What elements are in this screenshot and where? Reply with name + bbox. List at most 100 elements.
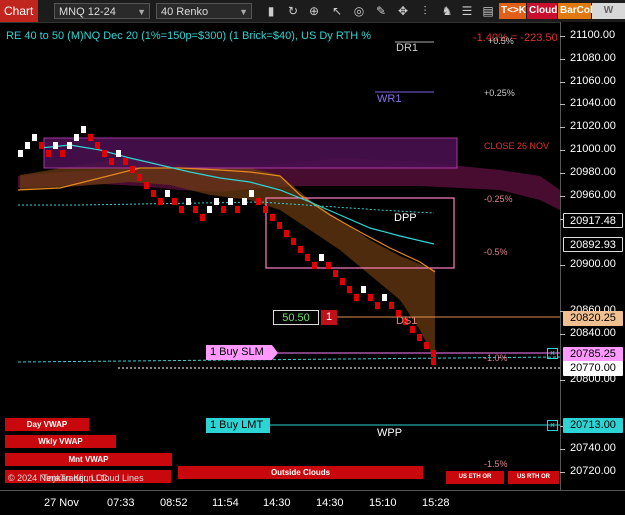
renko-down-brick xyxy=(158,198,163,205)
pct-plus-025: +0.25% xyxy=(484,88,515,98)
price-tick-label: 20840.00 xyxy=(570,327,616,339)
time-label: 14:30 xyxy=(263,497,291,509)
instrument-label: MNQ 12-24 xyxy=(59,6,116,18)
renko-down-brick xyxy=(284,230,289,237)
price-tick-label: 21060.00 xyxy=(570,75,616,87)
renko-down-brick xyxy=(424,342,429,349)
price-tick-mark xyxy=(560,82,565,83)
order-price-input[interactable]: 50.50 xyxy=(273,310,319,325)
price-tag-20892: 20892.93 xyxy=(563,237,623,252)
pointer-icon[interactable]: ↖ xyxy=(329,3,345,19)
time-axis[interactable] xyxy=(0,490,625,515)
pct-minus-15: -1.5% xyxy=(484,459,508,469)
renko-up-brick xyxy=(249,190,254,197)
bar-chart-icon[interactable]: ▮ xyxy=(263,3,279,19)
tk-toggle-button[interactable]: T<>K xyxy=(499,3,526,19)
time-label: 08:52 xyxy=(160,497,188,509)
bar-type-selector[interactable]: 40 Renko ▼ xyxy=(156,3,252,19)
renko-down-brick xyxy=(277,222,282,229)
price-tick-mark xyxy=(560,173,565,174)
us-rth-or-button[interactable]: US RTH OR xyxy=(508,471,559,484)
renko-down-brick xyxy=(347,286,352,293)
vwap-toggle-button[interactable]: W VWAP xyxy=(592,3,625,32)
renko-up-brick xyxy=(116,150,121,157)
renko-up-brick xyxy=(242,198,247,205)
indicators-icon[interactable]: ⫶ xyxy=(417,3,433,19)
outside-clouds-button[interactable]: Outside Clouds xyxy=(178,466,423,479)
chart-menu-button[interactable]: Chart xyxy=(0,0,38,22)
renko-down-brick xyxy=(354,294,359,301)
renko-down-brick xyxy=(333,270,338,277)
renko-down-brick xyxy=(200,214,205,221)
cloud-toggle-button[interactable]: Cloud xyxy=(527,3,557,19)
renko-up-brick xyxy=(361,286,366,293)
renko-up-brick xyxy=(25,142,30,149)
properties-icon[interactable]: ☰ xyxy=(459,3,475,19)
renko-down-brick xyxy=(151,190,156,197)
dr1-label: DR1 xyxy=(396,42,419,54)
strategies-icon[interactable]: ♞ xyxy=(439,3,455,19)
renko-down-brick xyxy=(375,302,380,309)
renko-up-brick xyxy=(53,142,58,149)
renko-down-brick xyxy=(60,150,65,157)
price-tick-label: 20980.00 xyxy=(570,166,616,178)
time-label: 11:54 xyxy=(212,497,239,509)
renko-down-brick xyxy=(193,206,198,213)
pencil-icon[interactable]: ✎ xyxy=(373,3,389,19)
renko-down-brick xyxy=(137,174,142,181)
renko-up-brick xyxy=(165,190,170,197)
renko-down-brick xyxy=(95,142,100,149)
pnl-display: -1.40% = -223.50 xyxy=(473,32,558,44)
renko-up-brick xyxy=(18,150,23,157)
renko-down-brick xyxy=(39,142,44,149)
slm-arrow xyxy=(272,345,278,360)
eye-icon[interactable]: ◎ xyxy=(351,3,367,19)
renko-down-brick xyxy=(368,294,373,301)
time-label: 15:10 xyxy=(369,497,397,509)
wpp-label: WPP xyxy=(377,427,403,439)
close-26-nov-label: CLOSE 26 NOV xyxy=(484,141,550,151)
renko-down-brick xyxy=(179,206,184,213)
renko-up-brick xyxy=(186,198,191,205)
dpp-label: DPP xyxy=(394,212,417,224)
reload-icon[interactable]: ↻ xyxy=(285,3,301,19)
day-vwap-button[interactable]: Day VWAP xyxy=(5,418,89,431)
chevron-down-icon: ▼ xyxy=(137,7,146,17)
us-eth-or-button[interactable]: US ETH OR xyxy=(446,471,504,484)
wkly-vwap-button[interactable]: Wkly VWAP xyxy=(5,435,116,448)
link-icon[interactable]: ▤ xyxy=(480,3,496,19)
price-tick-label: 21000.00 xyxy=(570,143,616,155)
renko-up-brick xyxy=(214,198,219,205)
move-icon[interactable]: ✥ xyxy=(395,3,411,19)
price-tick-mark xyxy=(560,334,565,335)
instrument-selector[interactable]: MNQ 12-24 ▼ xyxy=(54,3,150,19)
renko-down-brick xyxy=(221,206,226,213)
renko-up-brick xyxy=(319,254,324,261)
price-tick-label: 21100.00 xyxy=(570,29,616,41)
renko-up-brick xyxy=(81,126,86,133)
renko-down-brick xyxy=(312,262,317,269)
pct-plus-05: +0.5% xyxy=(488,36,514,46)
wr1-label: WR1 xyxy=(377,93,402,105)
barcol-toggle-button[interactable]: BarCol xyxy=(558,3,593,19)
price-tick-label: 20900.00 xyxy=(570,258,616,270)
cancel-slm-icon[interactable]: × xyxy=(547,348,558,359)
buy-lmt-order-label[interactable]: 1 Buy LMT xyxy=(206,418,270,433)
mnt-vwap-button[interactable]: Mnt VWAP xyxy=(5,453,172,466)
kumo-cloud xyxy=(20,158,435,360)
cancel-lmt-icon[interactable]: × xyxy=(547,420,558,431)
zoom-in-icon[interactable]: ⊕ xyxy=(306,3,322,19)
buy-slm-order-label[interactable]: 1 Buy SLM xyxy=(206,345,272,360)
renko-down-brick xyxy=(410,326,415,333)
renko-up-brick xyxy=(32,134,37,141)
price-tag-20917: 20917.48 xyxy=(563,213,623,228)
order-qty-button[interactable]: 1 xyxy=(321,310,337,325)
renko-up-brick xyxy=(207,206,212,213)
renko-down-brick xyxy=(256,198,261,205)
renko-down-brick xyxy=(102,150,107,157)
renko-down-brick xyxy=(144,182,149,189)
renko-down-brick xyxy=(305,254,310,261)
price-tick-mark xyxy=(560,59,565,60)
renko-up-brick xyxy=(382,294,387,301)
renko-up-brick xyxy=(74,134,79,141)
